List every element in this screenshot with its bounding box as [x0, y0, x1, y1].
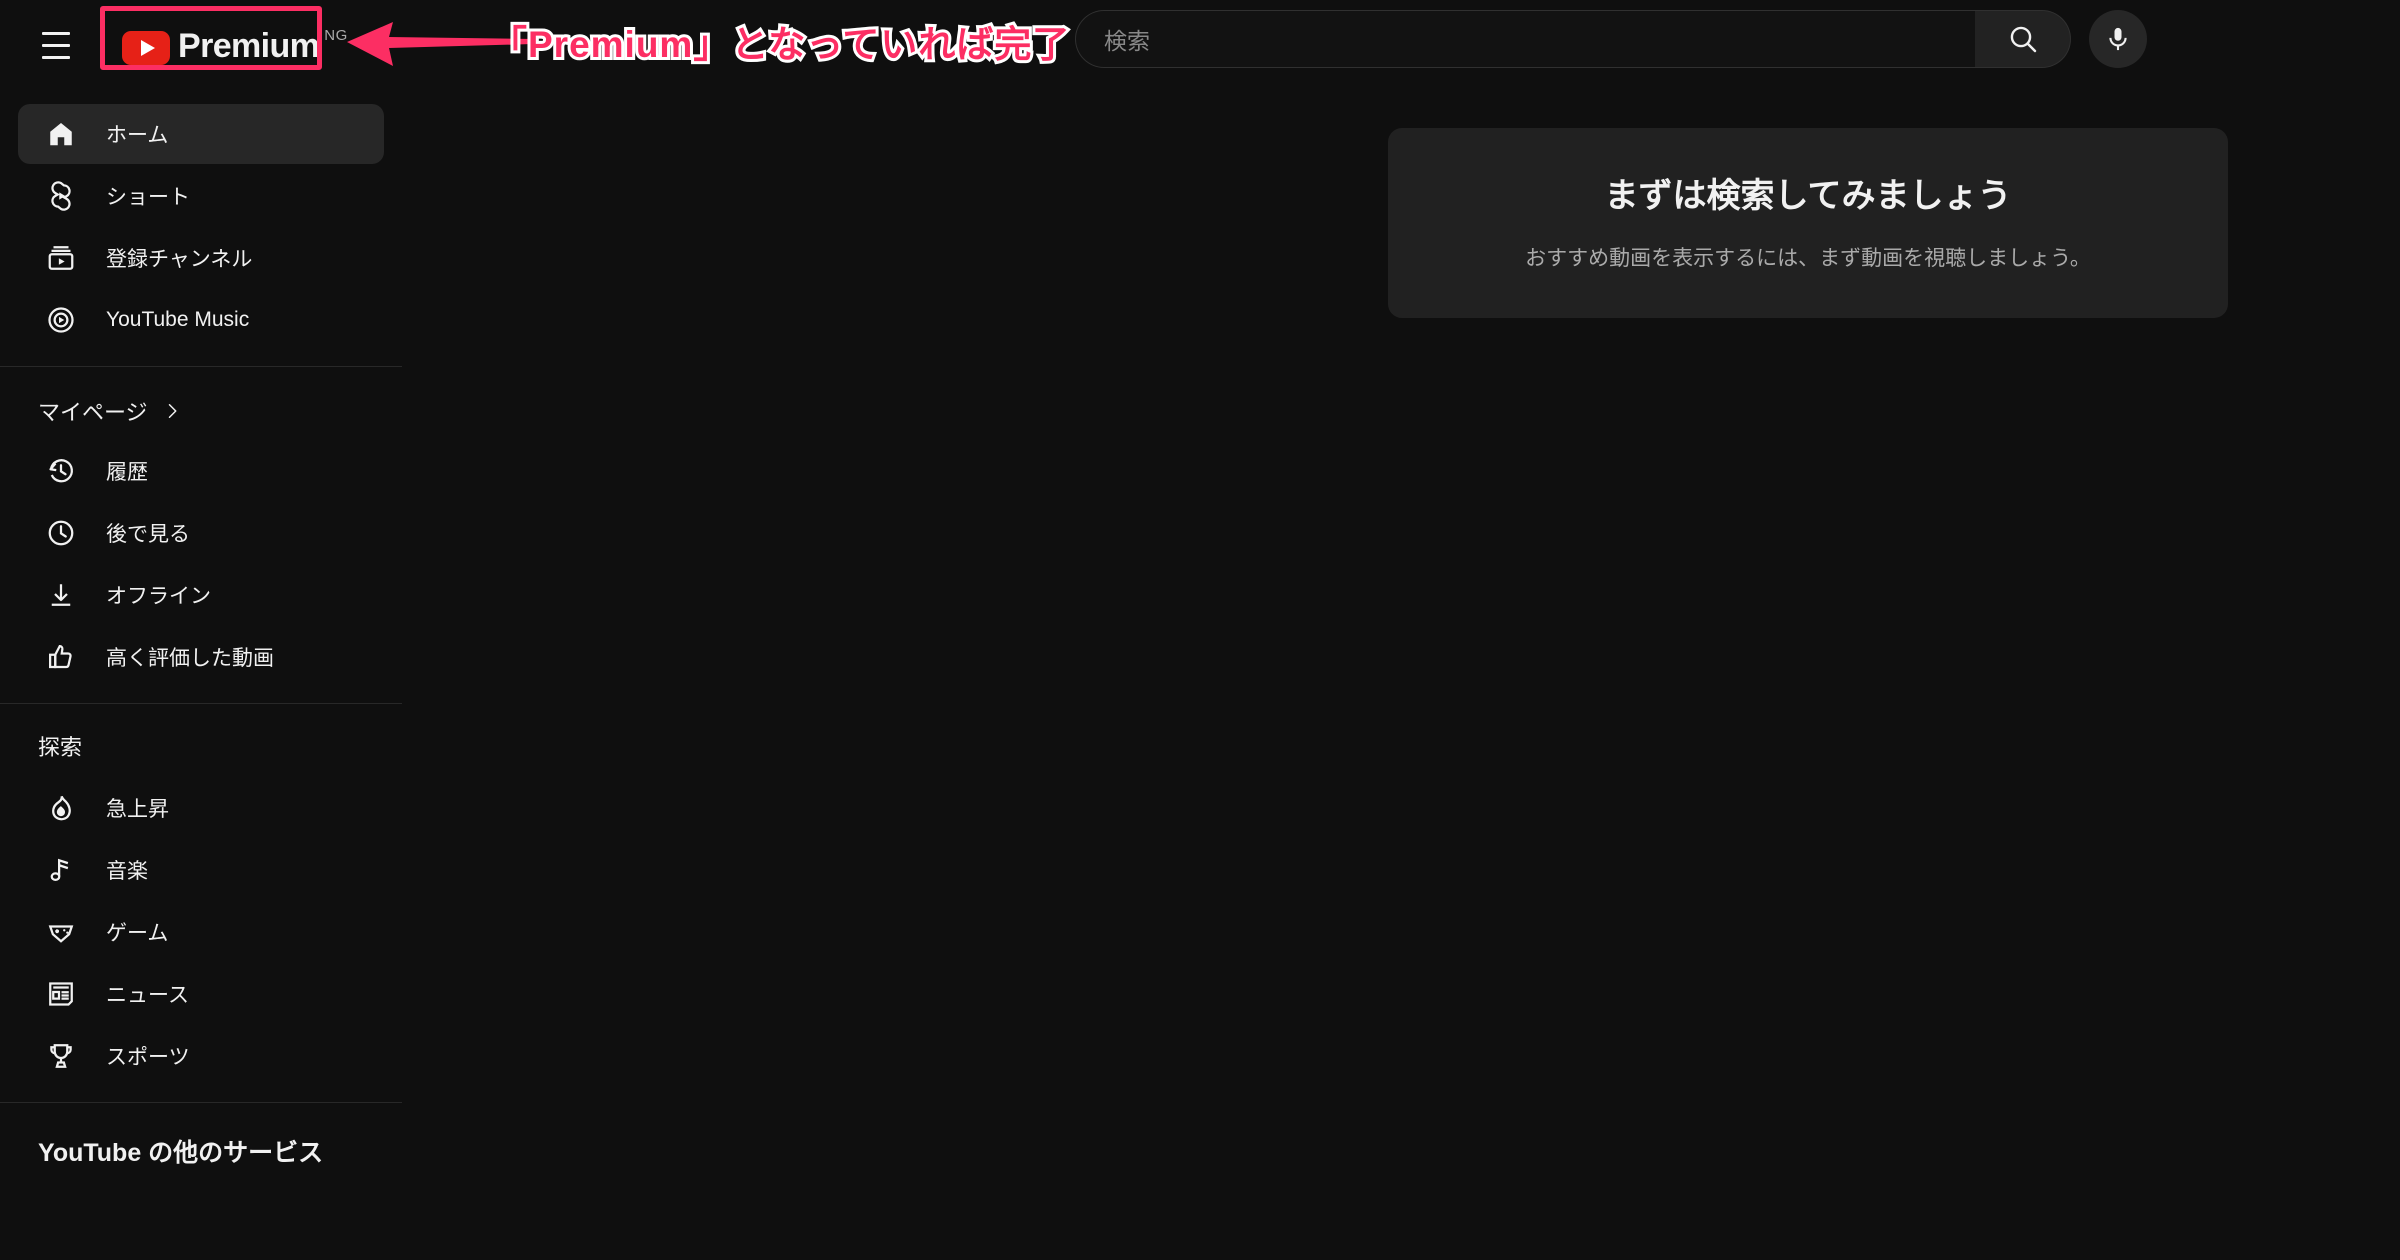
subscriptions-icon [40, 243, 82, 273]
sidebar: ホーム ショート 登録チャンネル YouTube Music マイページ 履歴 … [0, 90, 402, 1260]
empty-state-subtitle: おすすめ動画を表示するには、まず動画を視聴しましょう。 [1525, 247, 2091, 271]
youtube-premium-page: Premium NG 検索 「Premium」となっていれば完了 ホーム ショー… [0, 0, 2400, 1260]
youtube-play-icon [122, 30, 170, 65]
search-box: 検索 [1075, 10, 2071, 68]
sidebar-item-gaming[interactable]: ゲーム [18, 902, 384, 962]
gamepad-icon [40, 917, 82, 947]
sidebar-item-label: YouTube Music [106, 308, 250, 331]
microphone-icon [2109, 27, 2127, 51]
search-submit-button[interactable] [1975, 10, 2071, 68]
sidebar-item-label: ニュース [106, 984, 189, 1007]
sidebar-item-subscriptions[interactable]: 登録チャンネル [18, 228, 384, 288]
download-icon [40, 580, 82, 610]
logo-country-code: NG [324, 26, 348, 44]
sidebar-item-sports[interactable]: スポーツ [18, 1026, 384, 1086]
sidebar-section-you[interactable]: マイページ [0, 383, 402, 441]
sidebar-item-music[interactable]: 音楽 [18, 840, 384, 900]
hamburger-menu-icon[interactable] [26, 15, 86, 75]
sidebar-item-label: ゲーム [106, 922, 169, 945]
sidebar-item-label: 後で見る [106, 523, 190, 546]
sidebar-item-liked-videos[interactable]: 高く評価した動画 [18, 627, 384, 687]
voice-search-button[interactable] [2089, 10, 2147, 68]
sidebar-item-label: ショート [106, 186, 190, 209]
youtube-premium-logo[interactable]: Premium NG [108, 15, 374, 76]
hamburger-line [42, 31, 70, 35]
sidebar-section-explore: 探索 [38, 735, 83, 760]
youtube-music-icon [40, 305, 82, 335]
empty-state-card: まずは検索してみましょう おすすめ動画を表示するには、まず動画を視聴しましょう。 [1388, 128, 2228, 318]
trophy-icon [40, 1041, 82, 1071]
search-icon [2010, 26, 2036, 53]
top-bar: Premium NG 検索 [0, 0, 2400, 90]
sidebar-item-watch-later[interactable]: 後で見る [18, 503, 384, 563]
sidebar-item-youtube-music[interactable]: YouTube Music [18, 290, 384, 350]
empty-state-title: まずは検索してみましょう [1604, 177, 2012, 215]
hamburger-line [42, 43, 70, 47]
sidebar-item-history[interactable]: 履歴 [18, 441, 384, 501]
shorts-icon [40, 181, 82, 211]
sidebar-item-shorts[interactable]: ショート [18, 166, 384, 226]
watch-later-icon [40, 518, 82, 548]
newspaper-icon [40, 979, 82, 1009]
sidebar-divider-3 [0, 1102, 402, 1103]
chevron-right-icon [162, 401, 182, 421]
sidebar-section-more-from-youtube: YouTube の他のサービス [38, 1139, 324, 1167]
sidebar-item-label: オフライン [106, 585, 211, 608]
sidebar-item-label: 履歴 [106, 461, 148, 484]
sidebar-item-label: 音楽 [106, 860, 148, 883]
sidebar-item-label: 登録チャンネル [106, 248, 253, 271]
sidebar-section-label: マイページ [38, 400, 148, 425]
thumbs-up-icon [40, 642, 82, 672]
sidebar-divider-1 [0, 366, 402, 367]
sidebar-item-news[interactable]: ニュース [18, 964, 384, 1024]
sidebar-item-label: スポーツ [106, 1046, 190, 1069]
sidebar-item-label: 高く評価した動画 [106, 647, 274, 670]
logo-label: Premium [178, 26, 320, 65]
search-area: 検索 [1075, 10, 2147, 68]
sidebar-item-home[interactable]: ホーム [18, 104, 384, 164]
hamburger-line [42, 55, 70, 59]
trending-flame-icon [40, 793, 82, 823]
search-input[interactable]: 検索 [1075, 10, 1975, 68]
music-note-icon [40, 855, 82, 885]
search-placeholder: 検索 [1104, 28, 1150, 54]
sidebar-item-downloads[interactable]: オフライン [18, 565, 384, 625]
sidebar-item-trending[interactable]: 急上昇 [18, 778, 384, 838]
history-icon [40, 456, 82, 486]
sidebar-item-label: ホーム [106, 124, 169, 147]
home-icon [40, 119, 82, 149]
sidebar-item-label: 急上昇 [106, 798, 169, 821]
sidebar-divider-2 [0, 703, 402, 704]
